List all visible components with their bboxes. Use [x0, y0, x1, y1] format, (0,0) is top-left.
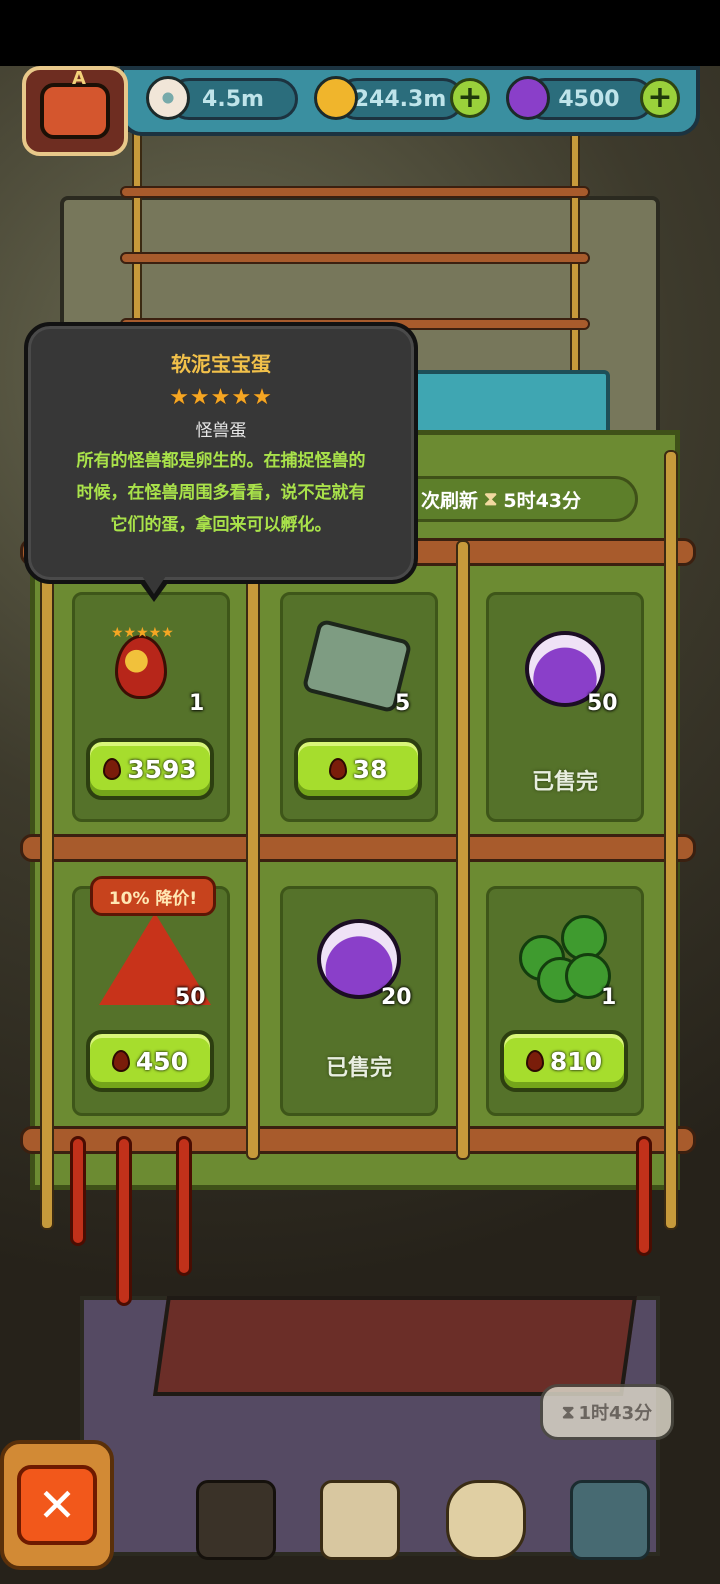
red-floor: [152, 1296, 638, 1396]
item-count: 50: [587, 691, 618, 716]
hourglass-icon: ⧗: [561, 1401, 575, 1423]
ladder-rung: [120, 186, 590, 198]
tooltip-stars: ★★★★★: [169, 385, 273, 410]
status-bar: [0, 0, 720, 66]
blood-drop-icon: [111, 1050, 130, 1072]
shelf-middle: [20, 834, 696, 862]
tassel: [116, 1136, 132, 1306]
eye-resource-value: 4.5m: [202, 86, 264, 112]
egg-icon: [115, 635, 167, 699]
price-label: 38: [352, 754, 388, 784]
add-coin-button[interactable]: +: [450, 78, 490, 118]
buy-clover-button[interactable]: 810: [500, 1030, 628, 1092]
nav-monster-icon[interactable]: [196, 1480, 276, 1560]
tooltip-title: 软泥宝宝蛋: [171, 352, 271, 376]
tooltip-description: 所有的怪兽都是卵生的。在捕捉怪兽的 时候，在怪兽周围多看看，说不定就有 它们的蛋…: [28, 445, 414, 541]
buy-map-button[interactable]: 38: [294, 738, 422, 800]
item-count: 1: [189, 691, 205, 716]
hourglass-icon: ⧗: [484, 488, 498, 510]
item-count: 5: [395, 691, 411, 716]
refresh-label: 次刷新: [421, 489, 479, 512]
potion-icon: [506, 76, 550, 120]
price-label: 810: [549, 1046, 603, 1076]
clover-icon: [519, 915, 611, 1003]
close-icon: ✕: [17, 1465, 97, 1545]
tooltip-type: 怪兽蛋: [195, 421, 247, 441]
refresh-timer: 次刷新 ⧗ 5时43分: [390, 476, 638, 522]
item-count: 50: [175, 985, 206, 1010]
sold-out-label: 已售完: [531, 770, 598, 795]
tassel: [70, 1136, 86, 1246]
refresh-timer-value: 5时43分: [503, 489, 582, 512]
egg-stars: ★★★★★: [111, 625, 174, 641]
ladder-rung: [120, 252, 590, 264]
game-screen: A 4.5m 244.3m + 4500 + 次刷新 ⧗ 5时43分 ★★★★★…: [0, 0, 720, 1584]
tooltip-desc-line: 它们的蛋，拿回来可以孵化。: [110, 515, 332, 535]
shelf-post: [246, 540, 260, 1160]
tooltip-pointer-inner: [142, 576, 166, 594]
sold-out-label: 已售完: [325, 1056, 392, 1081]
avatar-face-icon: [40, 83, 110, 139]
item-count: 20: [381, 985, 412, 1010]
shelf-post: [456, 540, 470, 1160]
blood-drop-icon: [525, 1050, 544, 1072]
item-count: 1: [601, 985, 617, 1010]
discount-label: 10% 降价!: [108, 888, 198, 909]
price-label: 450: [135, 1046, 189, 1076]
character-timer-bubble: ⧗ 1时43分: [540, 1384, 674, 1440]
eyeball-icon: [146, 76, 190, 120]
coin-resource-value: 244.3m: [353, 86, 447, 112]
avatar-badge: A: [72, 68, 86, 89]
coin-icon: [314, 76, 358, 120]
nav-book-icon[interactable]: [320, 1480, 400, 1560]
tassel: [176, 1136, 192, 1276]
tooltip-desc-line: 所有的怪兽都是卵生的。在捕捉怪兽的: [76, 451, 366, 471]
blood-drop-icon: [103, 758, 122, 780]
bubble-timer-value: 1时43分: [578, 1403, 653, 1424]
price-label: 3593: [127, 754, 197, 784]
blood-drop-icon: [328, 758, 347, 780]
potion-resource-value: 4500: [558, 86, 620, 112]
add-potion-button[interactable]: +: [640, 78, 680, 118]
nav-bag-icon[interactable]: [446, 1480, 526, 1560]
shelf-post: [40, 540, 54, 1230]
discount-badge: 10% 降价!: [90, 876, 216, 916]
player-avatar[interactable]: A: [22, 66, 128, 156]
buy-crystal-button[interactable]: 450: [86, 1030, 214, 1092]
tassel: [636, 1136, 652, 1256]
item-tooltip: 软泥宝宝蛋 ★★★★★ 怪兽蛋 所有的怪兽都是卵生的。在捕捉怪兽的 时候，在怪兽…: [24, 322, 418, 584]
close-button[interactable]: ✕: [0, 1440, 114, 1570]
tooltip-desc-line: 时候，在怪兽周围多看看，说不定就有: [76, 483, 366, 503]
buy-egg-button[interactable]: 3593: [86, 738, 214, 800]
nav-grid-icon[interactable]: [570, 1480, 650, 1560]
shelf-post: [664, 450, 678, 1230]
